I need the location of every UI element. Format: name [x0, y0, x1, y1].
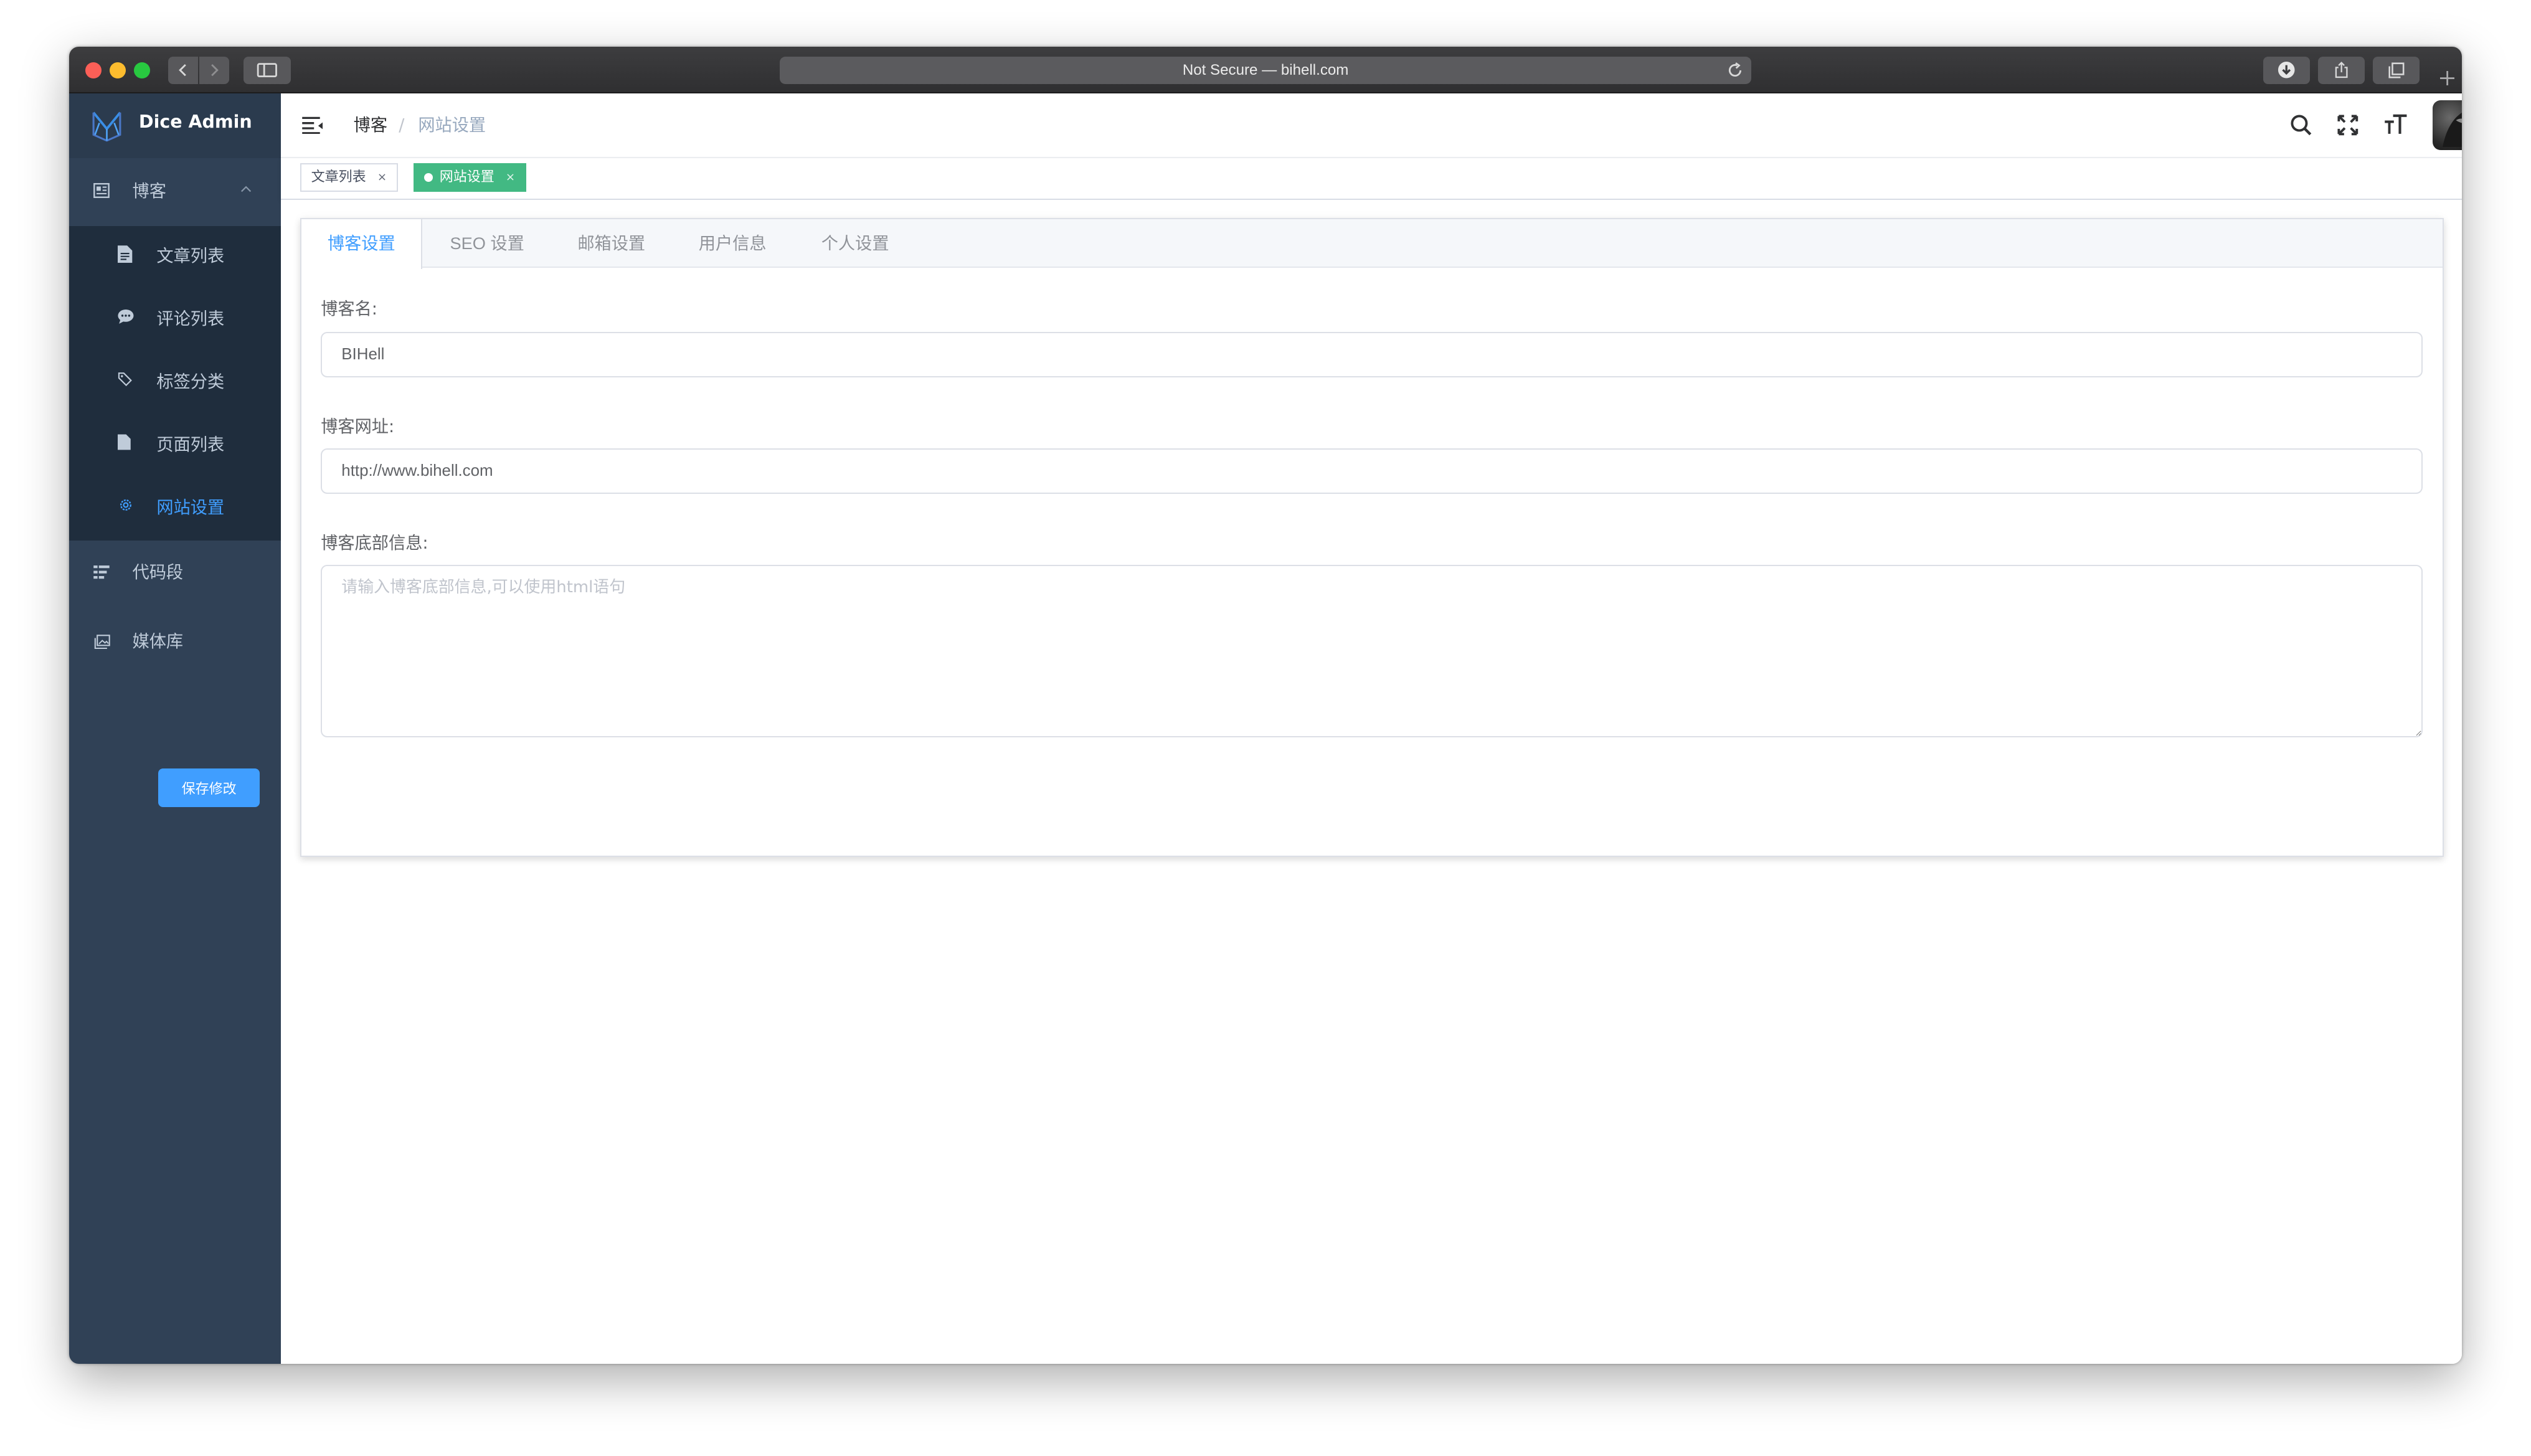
sidebar-icon: [257, 63, 278, 78]
breadcrumb-item-blog[interactable]: 博客: [354, 115, 387, 137]
new-tab-button[interactable]: [2433, 61, 2462, 93]
file-icon: [118, 434, 131, 450]
submenu-blog: 文章列表 评论列表 标签分类 页面列表 网站设置: [69, 225, 281, 541]
sidebar-item-label: 文章列表: [156, 246, 225, 266]
save-button[interactable]: 保存修改: [158, 768, 260, 807]
history-nav-group: [168, 56, 230, 84]
zoom-window-button[interactable]: [134, 62, 151, 78]
chevron-right-icon: [211, 64, 219, 77]
tab-seo-settings[interactable]: SEO 设置: [427, 219, 547, 268]
address-bar[interactable]: Not Secure — bihell.com: [779, 56, 1752, 84]
sidebar-item-label: 标签分类: [156, 372, 225, 392]
footer-info-textarea[interactable]: [321, 564, 2423, 737]
tab-email-settings[interactable]: 邮箱设置: [553, 219, 669, 268]
sidebar-item-tags[interactable]: 标签分类: [69, 352, 281, 413]
tag-label: 文章列表: [311, 169, 366, 186]
brand-title: Dice Admin: [138, 111, 252, 132]
tag-site-settings[interactable]: 网站设置 ×: [413, 163, 526, 192]
plus-icon: [2439, 71, 2455, 86]
tabs-icon: [2388, 62, 2405, 78]
share-button[interactable]: [2318, 56, 2365, 84]
blog-name-label: 博客名:: [321, 299, 377, 319]
avatar[interactable]: [2433, 100, 2462, 151]
tag-label: 网站设置: [439, 169, 494, 186]
forward-button[interactable]: [199, 56, 230, 84]
tag-article-list[interactable]: 文章列表 ×: [300, 163, 398, 192]
chevron-left-icon: [179, 64, 186, 77]
settings-card: 博客设置 SEO 设置 邮箱设置 用户信息 个人设置 博客名: 博客网址: 博客…: [300, 217, 2444, 858]
blog-name-input[interactable]: [321, 332, 2423, 377]
comment-icon: [118, 309, 134, 324]
file-text-icon: [118, 245, 133, 263]
image-library-icon: [95, 634, 111, 649]
gear-icon: [120, 499, 132, 511]
sidebar-item-label: 博客: [132, 182, 166, 202]
sidebar-item-blog[interactable]: 博客: [69, 158, 281, 226]
sidebar-item-label: 媒体库: [132, 632, 184, 652]
tags-view: 文章列表 × 网站设置 ×: [281, 158, 2462, 201]
sidebar-item-media[interactable]: 媒体库: [69, 610, 281, 679]
footer-info-label: 博客底部信息:: [321, 533, 428, 553]
sidebar-toggle-button[interactable]: [244, 56, 291, 84]
sidebar-item-page-list[interactable]: 页面列表: [69, 415, 281, 476]
top-navbar: 博客 / 网站设置: [281, 93, 2462, 158]
dice-logo-icon: [92, 111, 121, 142]
chevron-up-icon: [241, 186, 252, 192]
address-text: Not Secure — bihell.com: [1182, 61, 1349, 78]
sidebar-item-label: 代码段: [132, 562, 184, 582]
tag-icon: [118, 372, 133, 387]
search-icon[interactable]: [2291, 115, 2312, 136]
avatar-image-icon: [2443, 112, 2462, 147]
brand[interactable]: Dice Admin: [69, 93, 281, 158]
share-icon: [2335, 62, 2348, 78]
article-icon: [93, 182, 110, 198]
close-window-button[interactable]: [85, 62, 102, 78]
blog-url-label: 博客网址:: [321, 417, 395, 437]
breadcrumb-separator: /: [399, 116, 405, 135]
minimize-window-button[interactable]: [110, 62, 126, 78]
active-dot-icon: [424, 173, 433, 182]
breadcrumb-item-current: 网站设置: [418, 116, 486, 135]
tab-personal-settings[interactable]: 个人设置: [797, 219, 914, 268]
sidebar-item-comment-list[interactable]: 评论列表: [69, 289, 281, 350]
close-icon[interactable]: ×: [377, 164, 387, 190]
tab-user-info[interactable]: 用户信息: [674, 219, 791, 268]
close-icon[interactable]: ×: [506, 164, 515, 190]
back-button[interactable]: [168, 56, 198, 84]
text-size-icon[interactable]: [2384, 113, 2408, 135]
sidebar: Dice Admin 博客 文章列表 评论列表 标签分类 页面列表 网站设置 代…: [69, 93, 281, 1364]
hamburger-menu-icon[interactable]: [301, 116, 323, 135]
sidebar-item-label: 页面列表: [156, 435, 225, 455]
list-icon: [93, 565, 110, 579]
sidebar-item-site-settings[interactable]: 网站设置: [69, 478, 281, 539]
sidebar-item-article-list[interactable]: 文章列表: [69, 226, 281, 287]
blog-url-input[interactable]: [321, 448, 2423, 494]
downloads-button[interactable]: [2263, 56, 2311, 84]
tabs-overview-button[interactable]: [2373, 56, 2420, 84]
sidebar-item-label: 网站设置: [156, 498, 225, 518]
settings-tabs: 博客设置 SEO 设置 邮箱设置 用户信息 个人设置: [301, 219, 2443, 270]
fullscreen-icon[interactable]: [2337, 115, 2358, 136]
browser-titlebar: Not Secure — bihell.com: [69, 47, 2462, 94]
sidebar-item-snippets[interactable]: 代码段: [69, 541, 281, 610]
reload-icon[interactable]: [1727, 62, 1743, 78]
tab-blog-settings[interactable]: 博客设置: [301, 219, 423, 270]
download-icon: [2278, 62, 2295, 79]
sidebar-item-label: 评论列表: [156, 310, 225, 329]
browser-window: Not Secure — bihell.com Dice Admin 博客 文章…: [69, 47, 2462, 1364]
